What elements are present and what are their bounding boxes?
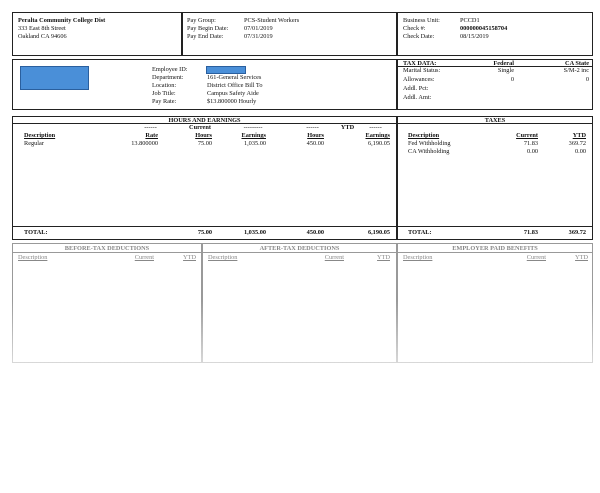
earnings-row-rate: 13.800000 [131,140,158,147]
before-tax-col-ytd: YTD [183,254,196,261]
check-number-value: 000000045158704 [460,25,508,32]
marital-status-state: S/M-2 inc [563,67,589,74]
tax-row-ca-description: CA Withholding [408,148,450,155]
taxes-col-ytd: YTD [572,132,586,139]
employer-benefits-col-current: Current [526,254,546,261]
pay-begin-value: 07/01/2019 [244,25,273,32]
check-date-value: 08/15/2019 [460,33,489,40]
check-number-label: Check #: [403,25,426,32]
tax-row-ca-current: 0.00 [526,148,538,155]
redacted-name-block [20,66,89,90]
ytd-dash-right: ------ [369,124,382,131]
earnings-total-hours: 75.00 [197,229,212,236]
pay-end-label: Pay End Date: [187,33,224,40]
marital-status-federal: Single [497,67,514,74]
allowances-label: Allowances: [403,76,435,83]
earnings-row-earnings: 1,035.00 [243,140,266,147]
earnings-total-divider [12,226,397,227]
allowances-federal: 0 [510,76,514,83]
earnings-total-earnings: 1,035.00 [243,229,266,236]
employer-benefits-col-ytd: YTD [575,254,588,261]
taxes-total-divider [397,226,593,227]
earnings-row-hours: 75.00 [197,140,212,147]
location-label: Location: [152,82,177,89]
ytd-group-header: YTD [340,124,355,131]
before-tax-col-current: Current [134,254,154,261]
employee-id-label: Employee ID: [152,66,188,73]
before-tax-divider [12,252,202,253]
pay-group-value: PCS-Student Workers [244,17,300,24]
addl-amt-label: Addl. Amt: [403,94,432,101]
business-unit-label: Business Unit: [403,17,440,24]
earnings-col-hours: Hours [195,132,212,139]
earnings-total-ytd-hours: 450.00 [306,229,324,236]
taxes-total-label: TOTAL: [408,229,432,236]
department-value: 161-General Services [207,74,262,81]
job-title-label: Job Title: [152,90,176,97]
department-label: Department: [152,74,184,81]
after-tax-divider [202,252,397,253]
after-tax-col-description: Description [208,254,238,261]
job-title-value: Campus Safety Aide [207,90,259,97]
tax-row-fed-current: 71.83 [523,140,538,147]
taxes-col-description: Description [408,132,440,139]
earnings-total-ytd-earnings: 6,190.05 [367,229,390,236]
allowances-state: 0 [585,76,589,83]
company-address-line1: 333 East 8th Street [18,25,66,32]
pay-rate-label: Pay Rate: [152,98,177,105]
company-address-line2: Oakland CA 94606 [18,33,67,40]
pay-end-value: 07/31/2019 [244,33,273,40]
company-name: Peralta Community College Dist [18,17,106,24]
fade-overlay [0,300,600,493]
taxes-total-ytd: 369.72 [568,229,586,236]
before-tax-col-description: Description [18,254,48,261]
tax-row-ca-ytd: 0.00 [574,148,586,155]
earnings-col-rate: Rate [145,132,158,139]
addl-pct-label: Addl. Pct: [403,85,429,92]
pay-group-label: Pay Group: [187,17,216,24]
earnings-col-description: Description [24,132,56,139]
pay-rate-value: $13.800000 Hourly [207,98,257,105]
taxes-total-current: 71.83 [523,229,538,236]
earnings-row-ytd-earnings: 6,190.05 [367,140,390,147]
earnings-total-label: TOTAL: [24,229,48,236]
tax-row-fed-ytd: 369.72 [568,140,586,147]
tax-row-fed-description: Fed Withholding [408,140,451,147]
current-group-header: Current [189,124,211,131]
after-tax-col-ytd: YTD [377,254,390,261]
employer-benefits-divider [397,252,593,253]
earnings-col-earnings: Earnings [241,132,267,139]
earnings-col-ytd-earnings: Earnings [365,132,391,139]
taxes-col-current: Current [516,132,538,139]
employer-benefits-col-description: Description [403,254,433,261]
marital-status-label: Marital Status: [403,67,441,74]
ytd-dash-left: ------ [306,124,319,131]
current-dash-left: ------ [144,124,157,131]
redacted-employee-id [206,66,246,74]
current-dash-right: --------- [243,124,263,131]
pay-begin-label: Pay Begin Date: [187,25,229,32]
earnings-col-ytd-hours: Hours [307,132,324,139]
earnings-row-ytd-hours: 450.00 [306,140,324,147]
taxes-title-divider [397,123,593,124]
business-unit-value: PCCD1 [460,17,480,24]
after-tax-col-current: Current [324,254,344,261]
check-date-label: Check Date: [403,33,435,40]
earnings-row-description: Regular [24,140,44,147]
location-value: District Office Bill To [207,82,263,89]
